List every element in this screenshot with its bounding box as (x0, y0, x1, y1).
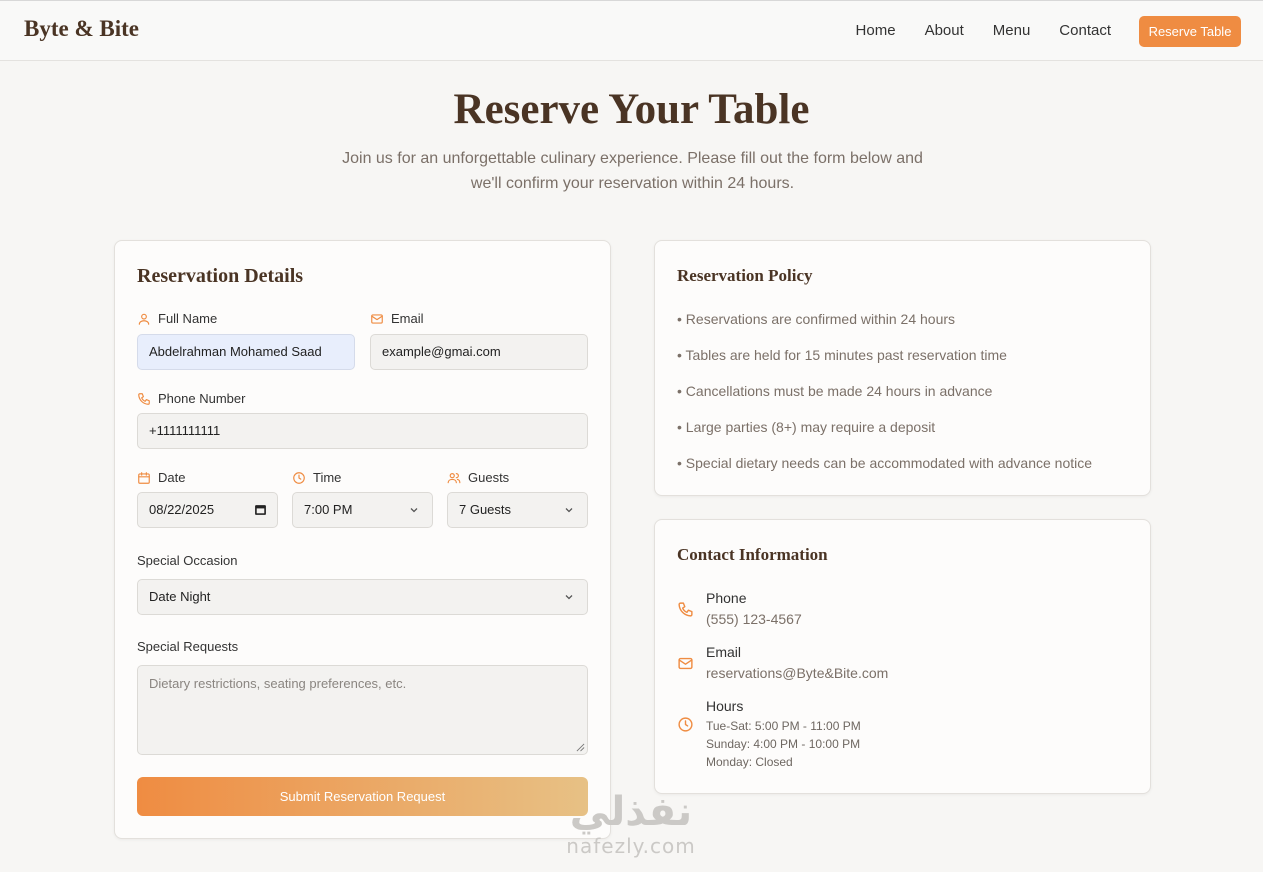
phone-label-text: Phone Number (158, 391, 246, 406)
mail-icon (371, 313, 383, 324)
policy-item: • Large parties (8+) may require a depos… (677, 419, 936, 435)
date-input[interactable]: 08/22/2025 (137, 492, 278, 528)
contact-email-value[interactable]: reservations@Byte&Bite.com (706, 665, 888, 681)
requests-textarea[interactable]: Dietary restrictions, seating preference… (137, 665, 588, 755)
requests-placeholder: Dietary restrictions, seating preference… (149, 676, 407, 691)
policy-item: • Tables are held for 15 minutes past re… (677, 347, 1007, 363)
email-label: Email (370, 311, 424, 326)
contact-hours-label: Hours (706, 698, 744, 714)
user-icon (138, 313, 150, 325)
nav-links: Home About Menu Contact (827, 22, 1111, 39)
phone-icon (138, 392, 150, 405)
subtitle-line: we'll confirm your reservation within 24… (470, 175, 795, 192)
nav-link-home[interactable]: Home (856, 22, 896, 39)
date-label: Date (137, 470, 185, 485)
full-name-label-text: Full Name (158, 311, 218, 326)
watermark-arabic: نفذلي (569, 789, 693, 835)
calendar-icon (138, 471, 150, 484)
occasion-label: Special Occasion (137, 553, 238, 568)
form-title: Reservation Details (137, 265, 304, 287)
brand-logo[interactable]: Byte & Bite (24, 16, 139, 42)
contact-email: Email reservations@Byte&Bite.com (677, 644, 888, 681)
policy-list: • Reservations are confirmed within 24 h… (677, 311, 1092, 491)
mail-icon (678, 657, 693, 670)
subtitle-line: Join us for an unforgettable culinary ex… (342, 150, 923, 167)
contact-title: Contact Information (677, 545, 828, 564)
contact-phone: Phone (555) 123-4567 (677, 590, 802, 627)
clock-icon (293, 471, 305, 484)
full-name-label: Full Name (137, 311, 217, 326)
occasion-select[interactable]: Date Night (137, 579, 588, 615)
contact-hours: Hours Tue-Sat: 5:00 PM - 11:00 PM Sunday… (677, 698, 861, 771)
date-label-text: Date (158, 470, 186, 485)
phone-input[interactable]: +1111111111 (137, 413, 588, 449)
guests-label: Guests (447, 470, 509, 485)
policy-title: Reservation Policy (677, 266, 813, 285)
contact-phone-label: Phone (706, 590, 747, 606)
phone-label: Phone Number (137, 391, 245, 406)
policy-item: • Cancellations must be made 24 hours in… (677, 383, 993, 399)
submit-reservation-button[interactable]: Submit Reservation Request (137, 777, 588, 816)
reserve-table-button[interactable]: Reserve Table (1139, 16, 1241, 47)
time-value: 7:00 PM (304, 502, 353, 517)
full-name-input[interactable]: Abdelrahman Mohamed Saad (137, 334, 355, 370)
watermark-latin: nafezly.com (566, 834, 696, 858)
contact-card: Contact Information Phone (555) 123-4567… (654, 519, 1151, 794)
navbar: Byte & Bite Home About Menu Contact Rese… (0, 0, 1263, 61)
guests-value: 7 Guests (459, 502, 512, 517)
occasion-value: Date Night (149, 589, 211, 604)
time-select[interactable]: 7:00 PM (292, 492, 433, 528)
chevron-down-icon (565, 595, 573, 600)
contact-email-label: Email (706, 644, 742, 660)
nav-link-contact[interactable]: Contact (1059, 22, 1111, 39)
nav-link-about[interactable]: About (925, 22, 964, 39)
hours-list: Tue-Sat: 5:00 PM - 11:00 PM Sunday: 4:00… (706, 717, 861, 771)
time-label-text: Time (313, 470, 342, 485)
policy-item: • Special dietary needs can be accommoda… (677, 455, 1093, 471)
phone-icon (678, 602, 693, 617)
hours-line: Tue-Sat: 5:00 PM - 11:00 PM (706, 719, 861, 733)
date-value: 08/22/2025 (149, 502, 215, 517)
resize-grip-icon[interactable] (576, 743, 585, 752)
nav-link-menu[interactable]: Menu (993, 22, 1031, 39)
hours-line: Monday: Closed (706, 755, 793, 769)
clock-icon (678, 717, 693, 732)
guests-select[interactable]: 7 Guests (447, 492, 588, 528)
email-input[interactable]: example@gmai.com (370, 334, 588, 370)
chevron-down-icon (410, 508, 418, 513)
policy-item: • Reservations are confirmed within 24 h… (677, 311, 956, 327)
page-title: Reserve Your Table (453, 86, 810, 133)
page-subtitle: Join us for an unforgettable culinary ex… (330, 146, 935, 196)
guests-label-text: Guests (468, 470, 510, 485)
calendar-picker-icon[interactable] (254, 503, 267, 516)
requests-label: Special Requests (137, 639, 239, 654)
email-label-text: Email (391, 311, 424, 326)
time-label: Time (292, 470, 341, 485)
contact-phone-value[interactable]: (555) 123-4567 (706, 611, 802, 627)
users-icon (447, 472, 461, 483)
reservation-form-card: Reservation Details Full Name Abdelrahma… (114, 240, 611, 839)
chevron-down-icon (565, 508, 573, 513)
policy-card: Reservation Policy • Reservations are co… (654, 240, 1151, 496)
watermark: نفذلي nafezly.com (556, 790, 706, 858)
hours-line: Sunday: 4:00 PM - 10:00 PM (706, 737, 861, 751)
